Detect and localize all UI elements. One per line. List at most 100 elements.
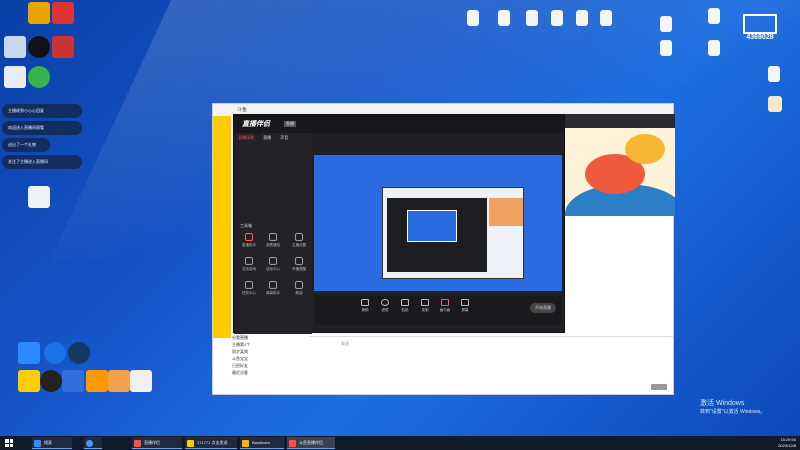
desktop-icon-obs[interactable]	[40, 370, 62, 392]
bottom-button-label: 屏幕	[461, 308, 469, 312]
chat-input[interactable]: 发送	[341, 341, 349, 347]
desktop-icon-doc[interactable]	[4, 66, 26, 88]
tool-icon	[245, 233, 253, 241]
desktop-icon-green[interactable]	[28, 66, 50, 88]
desktop-file-icon[interactable]	[660, 40, 672, 56]
bottom-button[interactable]: 屏幕	[456, 299, 474, 313]
bottom-button[interactable]: 画中画	[436, 299, 454, 313]
tab-live[interactable]: 直播	[263, 135, 271, 141]
chat-input-area[interactable]: 发送	[309, 336, 673, 394]
tool-item[interactable]: 观看通知	[264, 233, 282, 248]
tool-icon	[295, 257, 303, 265]
start-button[interactable]	[5, 439, 13, 447]
send-button[interactable]	[651, 384, 667, 390]
app-logo: 直播伴侣	[242, 121, 270, 128]
tool-item[interactable]: 任务中心	[240, 281, 258, 296]
desktop-icon-browser[interactable]	[44, 342, 66, 364]
desktop-icon-file[interactable]	[28, 186, 50, 208]
contact-item[interactable]: 主播第1个	[232, 341, 310, 348]
clock-date: 2023/12/8	[778, 443, 796, 448]
tab-scene[interactable]: 直播场景	[238, 135, 254, 141]
tool-item[interactable]: 开播提醒	[290, 257, 308, 272]
stream-assistant-window[interactable]: 直播伴侣 直播 直播场景 直播 声音 工具箱 直播助手 观看通知 主播设置 互动…	[233, 114, 565, 334]
taskbar-item[interactable]: 斗鱼直播伴侣	[287, 437, 335, 449]
taskbar-item[interactable]: 搜索	[32, 437, 72, 449]
start-tile	[9, 439, 13, 443]
scene-tabs[interactable]: 直播场景 直播 声音	[238, 135, 296, 141]
bottom-button-icon	[421, 299, 429, 306]
contact-item[interactable]: 最近访客	[232, 369, 310, 376]
desktop-icon-2[interactable]	[52, 2, 74, 24]
tool-item[interactable]: 直播助手	[240, 233, 258, 248]
notification-item[interactable]: 送出了一个礼物	[2, 138, 50, 152]
bottom-button[interactable]: 滤镜	[376, 299, 394, 313]
live-badge: 直播	[284, 121, 296, 127]
stream-bottom-bar: 美颜 滤镜 贴纸 录制 画中画 屏幕 开始直播	[314, 295, 562, 325]
tool-icon	[295, 233, 303, 241]
desktop-icon-steam[interactable]	[68, 342, 90, 364]
bottom-button-label: 贴纸	[401, 308, 409, 312]
tool-item[interactable]: 互动游戏	[240, 257, 258, 272]
bottom-button-icon	[381, 299, 389, 306]
taskbar-item[interactable]: 直播伴侣	[132, 437, 182, 449]
chat-right-toolbar[interactable]	[565, 114, 675, 128]
desktop-file-icon[interactable]	[768, 66, 780, 82]
taskbar-clock[interactable]: 15:29:54 2023/12/8	[778, 437, 796, 449]
stream-titlebar[interactable]: 直播伴侣 直播	[234, 115, 564, 133]
notification-item[interactable]: 主播收到小心心回复	[2, 104, 82, 118]
notification-item[interactable]: 关注了主播进入直播间	[2, 155, 82, 169]
desktop-icon-app[interactable]	[52, 36, 74, 58]
desktop-file-icon[interactable]	[551, 10, 563, 26]
preview-inner-dark	[387, 198, 487, 272]
desktop-file-icon[interactable]	[600, 10, 612, 26]
desktop-file-icon[interactable]	[467, 10, 479, 26]
desktop-icon-computer[interactable]	[18, 342, 40, 364]
bottom-button[interactable]: 录制	[416, 299, 434, 313]
taskbar-item[interactable]	[84, 437, 102, 449]
desktop-icon-orange[interactable]	[86, 370, 108, 392]
desktop-file-icon[interactable]	[660, 16, 672, 32]
stream-preview[interactable]	[314, 155, 562, 291]
desktop-file-icon[interactable]	[708, 40, 720, 56]
notification-item[interactable]: 欢迎进入直播间观看	[2, 121, 82, 135]
tool-item[interactable]: 主播设置	[290, 233, 308, 248]
tool-item[interactable]: 活动中心	[264, 257, 282, 272]
desktop-icon-qq[interactable]	[28, 36, 50, 58]
bottom-button[interactable]: 贴纸	[396, 299, 414, 313]
desktop-file-icon[interactable]	[498, 10, 510, 26]
start-tile	[5, 443, 9, 447]
taskbar-item[interactable]: 171771 点击发送	[185, 437, 237, 449]
contact-item[interactable]: 分类直播	[232, 334, 310, 341]
taskbar-item[interactable]: Bandicam	[240, 437, 284, 449]
contact-item[interactable]: 已经好友	[232, 362, 310, 369]
desktop-file-icon[interactable]	[768, 96, 782, 112]
tool-label: 活动中心	[266, 267, 280, 271]
tool-item[interactable]: 歌曲	[290, 281, 308, 296]
tab-audio[interactable]: 声音	[280, 135, 288, 141]
bottom-button[interactable]: 美颜	[356, 299, 374, 313]
desktop-icon-recycle[interactable]	[4, 36, 26, 58]
tool-item[interactable]: 弹幕助手	[264, 281, 282, 296]
desktop-widget[interactable]: 4369028	[738, 14, 782, 54]
contact-item[interactable]: 斗鱼宝宝	[232, 355, 310, 362]
desktop-file-icon[interactable]	[526, 10, 538, 26]
contact-list[interactable]: 分类直播 主播第1个 同步某频 斗鱼宝宝 已经好友 最近访客	[232, 334, 310, 378]
start-tile	[9, 443, 13, 447]
start-live-button[interactable]: 开始直播	[530, 303, 556, 313]
bottom-button-icon	[361, 299, 369, 306]
tool-label: 任务中心	[242, 291, 256, 295]
desktop-icon-red[interactable]	[108, 370, 130, 392]
desktop-icon-yellow[interactable]	[18, 370, 40, 392]
tool-label: 互动游戏	[242, 267, 256, 271]
promo-wave	[625, 134, 665, 164]
watermark-line1: 激活 Windows	[700, 400, 745, 407]
desktop-icon-blue[interactable]	[62, 370, 84, 392]
chat-promo-banner[interactable]	[565, 114, 675, 216]
tool-label: 主播设置	[292, 243, 306, 247]
desktop-file-icon[interactable]	[708, 8, 720, 24]
taskbar: 搜索 直播伴侣 171771 点击发送 Bandicam 斗鱼直播伴侣 15:2…	[0, 436, 800, 450]
desktop-file-icon[interactable]	[576, 10, 588, 26]
desktop-icon-doc[interactable]	[130, 370, 152, 392]
contact-item[interactable]: 同步某频	[232, 348, 310, 355]
desktop-icon-1[interactable]	[28, 2, 50, 24]
